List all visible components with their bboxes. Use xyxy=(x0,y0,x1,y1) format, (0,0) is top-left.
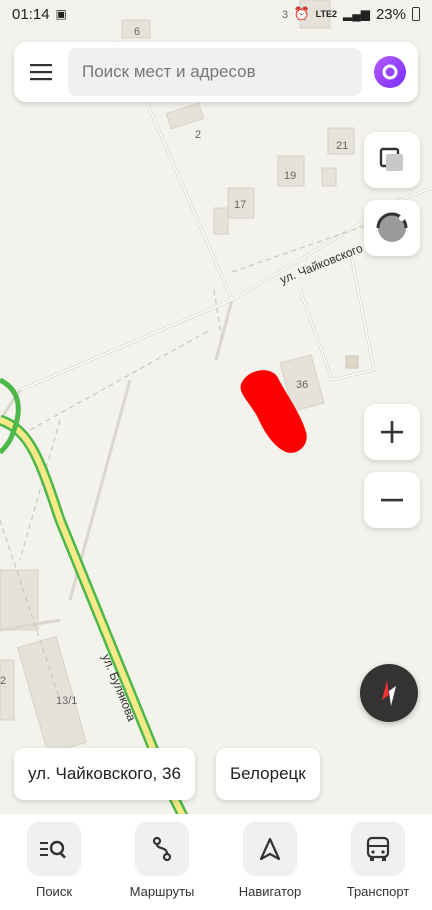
search-list-icon xyxy=(40,840,66,859)
zoom-out-button[interactable] xyxy=(364,472,420,528)
address-chip-label: ул. Чайковского, 36 xyxy=(28,764,181,783)
nav-label-search: Поиск xyxy=(35,884,73,899)
battery-level: 23% xyxy=(375,5,406,23)
nav-item-transport[interactable]: Транспорт xyxy=(324,814,432,910)
signal-icon: ▂▄▆ xyxy=(343,7,370,21)
alice-icon xyxy=(374,56,406,88)
house-number: 19 xyxy=(284,170,296,182)
building xyxy=(213,207,229,235)
nav-label-navigator: Навигатор xyxy=(238,884,302,899)
navigator-arrow-icon xyxy=(259,837,281,861)
notification-icon: ▣ xyxy=(55,7,67,21)
plus-icon xyxy=(381,421,403,443)
menu-button[interactable] xyxy=(14,42,68,102)
layers-icon xyxy=(379,147,403,171)
building xyxy=(0,569,39,631)
house-number: 2 xyxy=(195,129,201,141)
house-number: 36 xyxy=(296,379,308,391)
building xyxy=(0,659,15,721)
status-right: ⏰ LTE2 ▂▄▆ 23% xyxy=(293,6,420,23)
city-chip-label: Белорецк xyxy=(230,764,306,783)
layers-button[interactable] xyxy=(364,132,420,188)
view-mode-button[interactable] xyxy=(364,200,420,256)
nav-item-search[interactable]: Поиск xyxy=(0,814,108,910)
network-label: LTE2 xyxy=(315,9,337,19)
battery-icon xyxy=(412,7,420,21)
compass-icon xyxy=(382,680,396,706)
house-number: 13/1 xyxy=(56,695,77,707)
house-number: 17 xyxy=(234,199,246,211)
nav-icon-bg xyxy=(243,822,297,876)
city-chip[interactable]: Белорецк xyxy=(216,748,320,800)
search-field[interactable] xyxy=(68,48,362,96)
nav-label-routes: Маршруты xyxy=(129,884,195,899)
nav-item-routes[interactable]: Маршруты xyxy=(108,814,216,910)
compass-button[interactable] xyxy=(360,664,418,722)
nav-item-navigator[interactable]: Навигатор xyxy=(216,814,324,910)
alarm-icon: ⏰ xyxy=(293,6,310,21)
alice-voice-button[interactable] xyxy=(362,42,418,102)
building xyxy=(321,167,337,187)
house-number: 2 xyxy=(0,675,6,687)
search-bar xyxy=(14,42,418,102)
nav-icon-bg xyxy=(27,822,81,876)
hamburger-icon xyxy=(30,64,52,81)
route-icon xyxy=(152,836,172,862)
status-bar: 01:14 ▣ ⏰ LTE2 ▂▄▆ 23% xyxy=(0,0,432,28)
bus-icon xyxy=(366,836,390,861)
nav-icon-bg xyxy=(135,822,189,876)
sphere-view-icon xyxy=(376,212,408,242)
nav-icon-bg xyxy=(351,822,405,876)
minus-icon xyxy=(381,498,403,502)
bottom-navigation: Поиск Маршруты Навигатор Транспорт xyxy=(0,814,432,910)
status-time: 01:14 xyxy=(12,5,50,23)
search-input[interactable] xyxy=(80,61,350,83)
address-chip[interactable]: ул. Чайковского, 36 xyxy=(14,748,195,800)
house-number: 21 xyxy=(336,140,348,152)
status-left: 01:14 ▣ xyxy=(12,6,67,23)
nav-label-transport: Транспорт xyxy=(346,884,410,899)
building xyxy=(345,355,359,369)
zoom-in-button[interactable] xyxy=(364,404,420,460)
